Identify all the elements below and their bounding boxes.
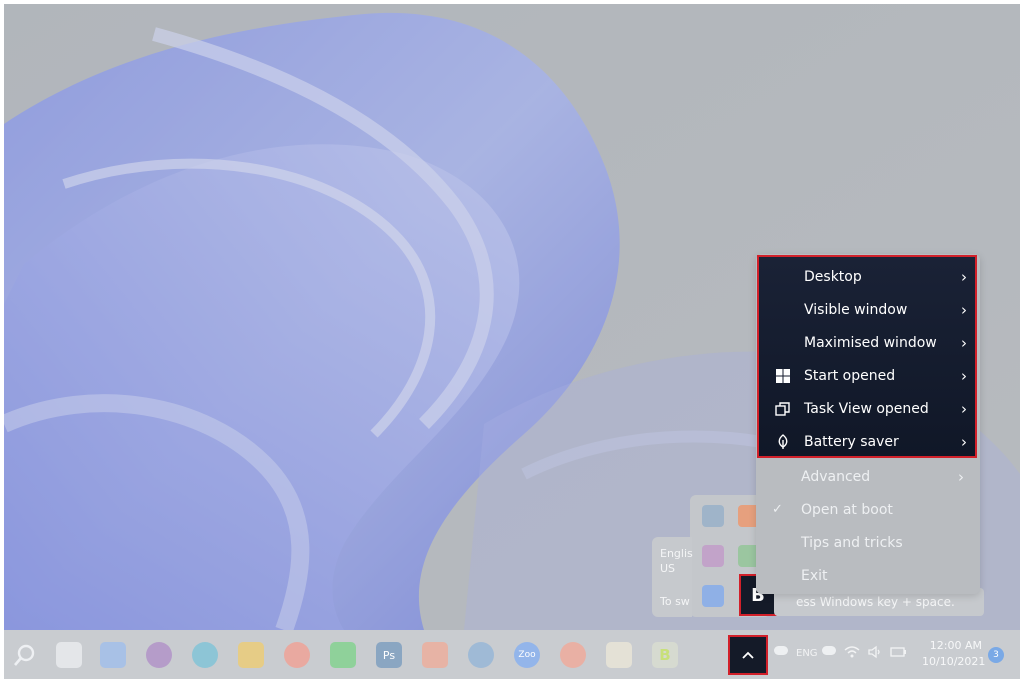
zoom-tray-icon[interactable] (702, 585, 724, 607)
clock[interactable]: 12:00 AM 10/10/2021 (922, 638, 986, 670)
menu-label: Battery saver (804, 433, 899, 450)
photoshop-label: Ps (382, 648, 396, 662)
taskbar: Ps Zoo B ENG 12:00 AM 10/10/2021 3 (4, 630, 1020, 679)
hint-text: ess Windows key + space. (796, 595, 955, 609)
chevron-right-icon: › (958, 467, 964, 486)
show-hidden-icons-button[interactable] (728, 635, 768, 675)
chevron-right-icon: › (961, 333, 967, 352)
feather-app-icon[interactable] (702, 545, 724, 567)
wifi-icon[interactable] (844, 645, 860, 659)
windows-logo-icon (776, 368, 790, 383)
menu-item-open-at-boot[interactable]: ✓ Open at boot (756, 493, 976, 526)
chevron-up-icon (742, 651, 754, 659)
onedrive-app-icon[interactable] (702, 505, 724, 527)
highlighted-menu-section: Desktop › Visible window › Maximised win… (757, 255, 977, 458)
widgets-button[interactable] (100, 642, 126, 668)
menu-item-desktop[interactable]: Desktop › (759, 260, 979, 293)
menu-label: Maximised window (804, 334, 937, 351)
language-popup: Englis US To sw (652, 537, 693, 617)
menu-item-advanced[interactable]: Advanced › (756, 460, 976, 493)
language-indicator[interactable]: ENG (796, 648, 818, 659)
taskbar-buddy-app-icon[interactable]: B (652, 642, 678, 668)
cloud-sync-icon[interactable] (822, 646, 836, 655)
edge-browser-icon[interactable] (192, 642, 218, 668)
menu-item-exit[interactable]: Exit (756, 559, 976, 592)
menu-item-task-view-opened[interactable]: Task View opened › (759, 392, 979, 425)
menu-item-start-opened[interactable]: Start opened › (759, 359, 979, 392)
chevron-right-icon: › (961, 366, 967, 385)
clock-time: 12:00 AM (929, 639, 982, 652)
chevron-right-icon: › (961, 267, 967, 286)
menu-item-visible-window[interactable]: Visible window › (759, 293, 979, 326)
menu-label: Exit (801, 567, 828, 584)
onedrive-cloud-icon[interactable] (774, 646, 788, 655)
battery-icon[interactable] (890, 645, 908, 659)
chrome-browser-icon[interactable] (284, 642, 310, 668)
notification-badge[interactable]: 3 (988, 647, 1004, 663)
search-icon[interactable] (12, 642, 38, 668)
menu-item-battery-saver[interactable]: Battery saver › (759, 425, 979, 458)
task-view-button[interactable] (56, 642, 82, 668)
chevron-right-icon: › (961, 432, 967, 451)
checkmark-icon: ✓ (772, 501, 783, 517)
menu-label: Open at boot (801, 501, 893, 518)
microsoft-store-icon[interactable] (606, 642, 632, 668)
menu-item-maximised-window[interactable]: Maximised window › (759, 326, 979, 359)
teams-chat-icon[interactable] (146, 642, 172, 668)
chrome-profile-icon[interactable] (560, 642, 586, 668)
file-explorer-icon[interactable] (238, 642, 264, 668)
language-line2: US (660, 562, 676, 575)
desktop-screen: B Englis US To sw ess Windows key + spac… (4, 4, 1020, 679)
zoom-label: Zoo (518, 650, 536, 660)
taskbar-buddy-app-glyph: B (659, 646, 671, 664)
battery-saver-leaf-icon (778, 433, 788, 449)
menu-label: Task View opened (804, 400, 929, 417)
chevron-right-icon: › (961, 300, 967, 319)
language-line1: Englis (660, 547, 693, 560)
snipping-tool-icon[interactable] (422, 642, 448, 668)
photoshop-icon[interactable]: Ps (376, 642, 402, 668)
menu-label: Start opened (804, 367, 896, 384)
zoom-app-icon[interactable]: Zoo (514, 642, 540, 668)
menu-label: Tips and tricks (801, 534, 903, 551)
menu-label: Advanced (801, 468, 871, 485)
task-view-icon (775, 401, 790, 416)
menu-label: Visible window (804, 301, 908, 318)
menu-label: Desktop (804, 268, 862, 285)
volume-icon[interactable] (868, 645, 882, 659)
clock-date: 10/10/2021 (922, 655, 986, 668)
menu-item-tips-and-tricks[interactable]: Tips and tricks (756, 526, 976, 559)
language-line3: To sw (660, 595, 690, 608)
line-app-icon[interactable] (330, 642, 356, 668)
chevron-right-icon: › (961, 399, 967, 418)
maps-app-icon[interactable] (468, 642, 494, 668)
notification-count: 3 (993, 650, 999, 660)
